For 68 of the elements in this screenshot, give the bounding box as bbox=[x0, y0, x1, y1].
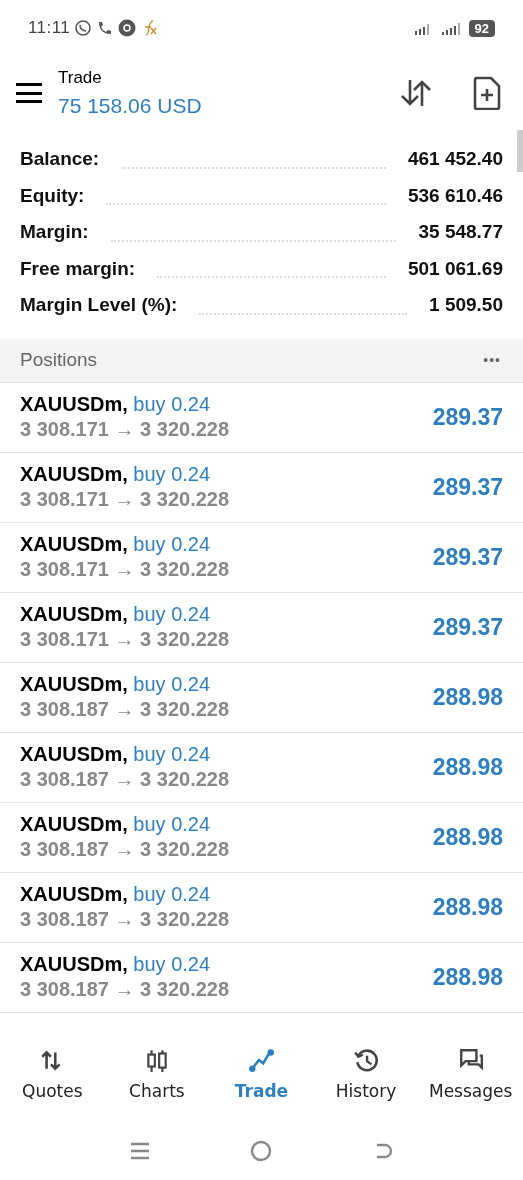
battery-level: 92 bbox=[468, 19, 495, 37]
nav-tab[interactable]: Messages bbox=[418, 1047, 523, 1105]
position-row[interactable]: XAUUSDm, buy 0.24 3 308.187 → 3 320.228 288.98 bbox=[0, 872, 523, 943]
position-row[interactable]: XAUUSDm, buy 0.24 3 308.171 → 3 320.228 289.37 bbox=[0, 592, 523, 663]
section-title: Positions bbox=[20, 347, 98, 372]
position-profit: 288.98 bbox=[432, 752, 503, 782]
position-row[interactable]: XAUUSDm, buy 0.24 3 308.171 → 3 320.228 289.37 bbox=[0, 382, 523, 453]
history-icon bbox=[353, 1047, 380, 1074]
position-symbol: XAUUSDm, buy 0.24 bbox=[20, 672, 212, 697]
position-symbol: XAUUSDm, buy 0.24 bbox=[20, 602, 212, 627]
summary-label: Equity: bbox=[20, 183, 85, 208]
recents-icon[interactable] bbox=[130, 1142, 151, 1160]
position-symbol: XAUUSDm, buy 0.24 bbox=[20, 742, 212, 767]
position-row[interactable]: XAUUSDm, buy 0.24 3 308.171 → 3 320.228 289.37 bbox=[0, 522, 523, 593]
position-row[interactable]: XAUUSDm, buy 0.24 3 308.187 → 3 320.228 288.98 bbox=[0, 802, 523, 873]
position-prices: 3 308.187 → 3 320.228 bbox=[20, 767, 231, 792]
position-profit: 289.37 bbox=[432, 402, 503, 432]
new-order-icon[interactable] bbox=[473, 76, 501, 110]
fx-icon bbox=[142, 20, 159, 36]
position-symbol: XAUUSDm, buy 0.24 bbox=[20, 812, 212, 837]
position-row[interactable]: XAUUSDm, buy 0.24 3 308.171 → 3 320.228 289.37 bbox=[0, 452, 523, 523]
nav-tab[interactable]: Quotes bbox=[0, 1047, 105, 1105]
position-profit: 289.37 bbox=[432, 542, 503, 572]
summary-label: Balance: bbox=[20, 147, 100, 171]
status-time: 11:11 bbox=[28, 17, 71, 40]
summary-label: Margin: bbox=[20, 220, 89, 244]
position-symbol: XAUUSDm, buy 0.24 bbox=[20, 462, 212, 487]
position-prices: 3 308.187 → 3 320.228 bbox=[20, 697, 231, 722]
summary-value: 501 061.69 bbox=[407, 256, 503, 281]
position-prices: 3 308.187 → 3 320.228 bbox=[20, 907, 231, 932]
summary-label: Free margin: bbox=[20, 256, 136, 281]
position-row[interactable]: XAUUSDm, buy 0.24 3 308.187 → 3 320.228 288.98 bbox=[0, 732, 523, 803]
position-symbol: XAUUSDm, buy 0.24 bbox=[20, 882, 212, 907]
line-chart-icon bbox=[248, 1047, 275, 1074]
position-prices: 3 308.187 → 3 320.228 bbox=[20, 977, 231, 1002]
position-prices: 3 308.171 → 3 320.228 bbox=[20, 557, 231, 582]
summary-value: 536 610.46 bbox=[407, 183, 503, 208]
position-profit: 289.37 bbox=[432, 472, 503, 502]
menu-icon[interactable] bbox=[16, 83, 42, 103]
summary-value: 35 548.77 bbox=[418, 220, 503, 244]
summary-value: 461 452.40 bbox=[407, 147, 503, 171]
nav-tab[interactable]: History bbox=[313, 1047, 419, 1105]
position-symbol: XAUUSDm, buy 0.24 bbox=[20, 392, 212, 417]
chat-icon bbox=[74, 19, 93, 37]
position-profit: 288.98 bbox=[432, 822, 503, 852]
position-profit: 288.98 bbox=[432, 892, 503, 922]
position-row[interactable]: XAUUSDm, buy 0.24 3 308.187 → 3 320.228 288.98 bbox=[0, 942, 523, 1013]
app-icon bbox=[118, 19, 137, 37]
summary-label: Margin Level (%): bbox=[20, 293, 178, 317]
position-symbol: XAUUSDm, buy 0.24 bbox=[20, 952, 212, 977]
account-equity: 75 158.06 USD bbox=[58, 93, 202, 119]
position-profit: 288.98 bbox=[432, 962, 503, 992]
nav-tab[interactable]: Trade bbox=[209, 1047, 314, 1105]
position-profit: 289.37 bbox=[432, 612, 503, 642]
position-prices: 3 308.171 → 3 320.228 bbox=[20, 487, 231, 512]
signal-icon bbox=[440, 20, 461, 36]
nav-tab[interactable]: Charts bbox=[104, 1047, 210, 1105]
scrollbar bbox=[517, 130, 523, 172]
home-icon[interactable] bbox=[250, 1140, 273, 1162]
position-row[interactable]: XAUUSDm, buy 0.24 3 308.187 → 3 320.228 288.98 bbox=[0, 662, 523, 733]
position-prices: 3 308.187 → 3 320.228 bbox=[20, 837, 231, 862]
position-prices: 3 308.171 → 3 320.228 bbox=[20, 417, 231, 442]
page-title: Trade bbox=[58, 66, 103, 89]
summary-value: 1 509.50 bbox=[429, 293, 503, 317]
position-profit: 288.98 bbox=[432, 682, 503, 712]
position-symbol: XAUUSDm, buy 0.24 bbox=[20, 532, 212, 557]
position-prices: 3 308.171 → 3 320.228 bbox=[20, 627, 231, 652]
more-button[interactable]: ••• bbox=[483, 349, 501, 371]
